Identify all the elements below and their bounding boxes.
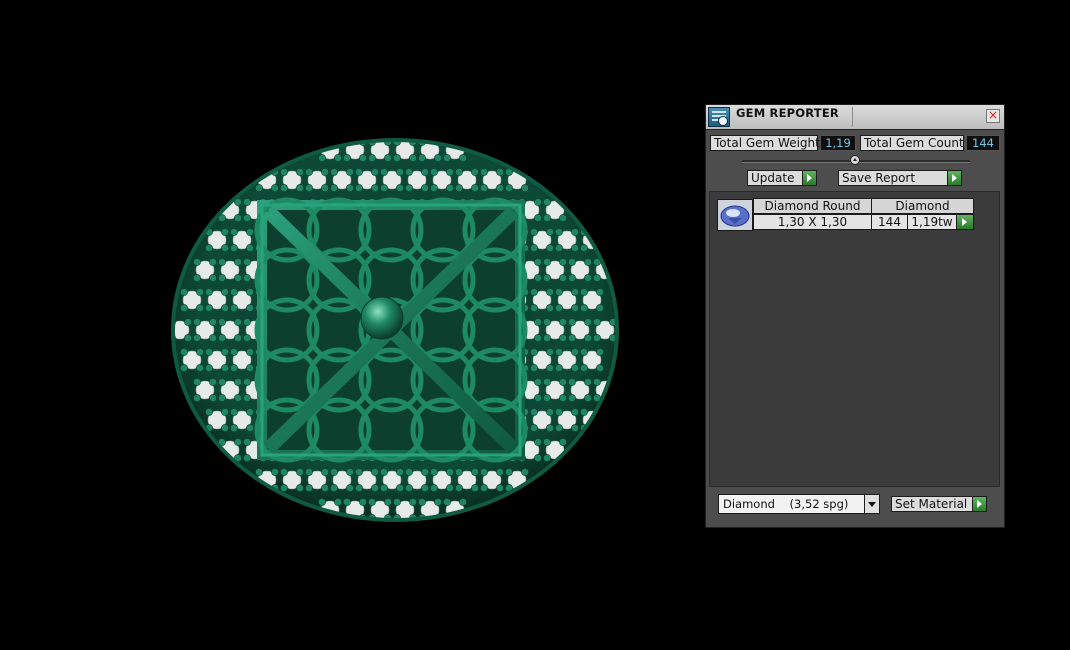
total-gem-weight-value: 1,19 bbox=[820, 135, 856, 151]
total-gem-count-value: 144 bbox=[966, 135, 1000, 151]
update-button-label: Update bbox=[751, 171, 795, 185]
material-select-value: Diamond (3,52 spg) bbox=[723, 497, 849, 511]
save-report-button[interactable]: Save Report bbox=[838, 170, 962, 186]
save-report-button-label: Save Report bbox=[842, 171, 916, 185]
table-header-material: Diamond bbox=[871, 198, 974, 214]
update-button[interactable]: Update bbox=[747, 170, 817, 186]
gem-count-cell: 144 bbox=[871, 214, 908, 230]
gem-reporter-panel: GEM REPORTER × Total Gem Weight 1,19 Tot… bbox=[705, 104, 1005, 528]
round-diamond-thumbnail[interactable] bbox=[717, 199, 753, 231]
total-gem-count-label: Total Gem Count bbox=[860, 135, 964, 151]
panel-splitter-handle[interactable] bbox=[850, 155, 860, 165]
3d-viewport[interactable] bbox=[0, 0, 700, 650]
center-square-frame bbox=[254, 197, 528, 463]
gem-weight-cell: 1,19tw bbox=[907, 214, 957, 230]
panel-title: GEM REPORTER bbox=[736, 106, 839, 120]
ring-model bbox=[171, 138, 619, 522]
center-ball bbox=[360, 296, 404, 340]
play-arrow-icon bbox=[972, 497, 986, 511]
row-play-arrow-icon[interactable] bbox=[956, 214, 974, 230]
close-icon[interactable]: × bbox=[986, 109, 1000, 123]
table-header-shape: Diamond Round bbox=[753, 198, 872, 214]
gem-list: Diamond Round Diamond 1,30 X 1,30 144 1,… bbox=[709, 191, 1000, 487]
chevron-down-icon[interactable] bbox=[864, 495, 879, 513]
set-material-button-label: Set Material bbox=[895, 497, 968, 511]
title-divider bbox=[852, 107, 853, 127]
play-arrow-icon bbox=[947, 171, 961, 185]
total-gem-weight-label: Total Gem Weight bbox=[710, 135, 820, 151]
gem-size-cell: 1,30 X 1,30 bbox=[753, 214, 872, 230]
title-bar[interactable]: GEM REPORTER × bbox=[706, 105, 1004, 130]
play-arrow-icon bbox=[802, 171, 816, 185]
material-select[interactable]: Diamond (3,52 spg) bbox=[718, 494, 880, 514]
set-material-button[interactable]: Set Material bbox=[891, 496, 987, 512]
gem-reporter-app-icon bbox=[708, 107, 730, 127]
